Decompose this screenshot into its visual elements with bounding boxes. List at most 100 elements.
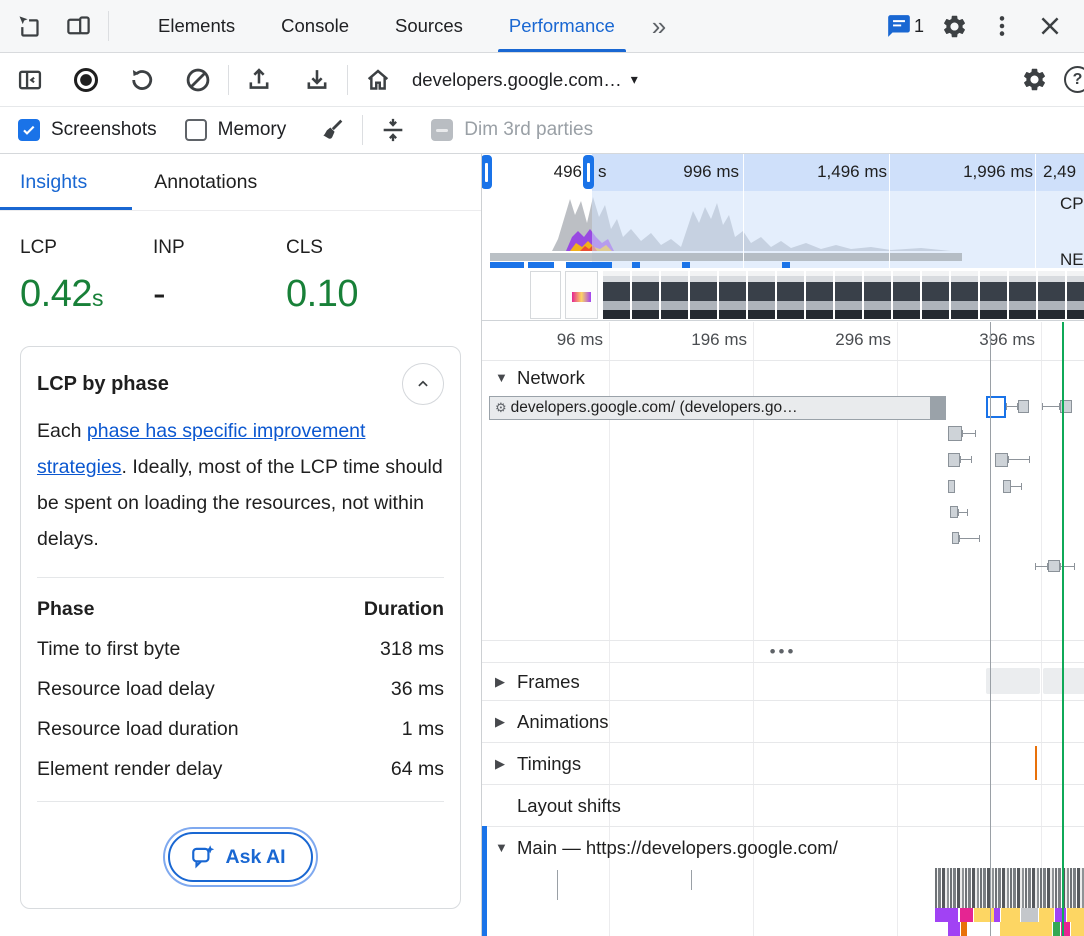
flame-segment[interactable]	[1021, 908, 1038, 922]
load-profile-button[interactable]	[241, 62, 277, 98]
kebab-menu-button[interactable]	[984, 8, 1020, 44]
help-button[interactable]: ?	[1064, 66, 1084, 93]
screenshot-thumbnail[interactable]	[530, 271, 561, 319]
frame-block[interactable]	[986, 668, 1040, 694]
close-devtools-button[interactable]	[1032, 8, 1068, 44]
timeline-playhead[interactable]	[990, 322, 991, 936]
record-and-reload-button[interactable]	[124, 62, 160, 98]
window-right-handle[interactable]	[583, 155, 594, 189]
flame-segment[interactable]	[1001, 908, 1020, 922]
garbage-brush-icon	[318, 116, 346, 144]
network-request-whisker	[959, 538, 980, 539]
device-toolbar-button[interactable]	[60, 8, 96, 44]
network-request-bar[interactable]	[995, 453, 1008, 467]
ask-ai-button[interactable]: Ask AI	[168, 832, 314, 882]
overview-network-segment	[782, 262, 790, 268]
track-header-main[interactable]: ▼ Main — https://developers.google.com/	[482, 826, 1084, 868]
screenshots-label: Screenshots	[51, 119, 157, 141]
collapse-details-button[interactable]	[375, 112, 411, 148]
flame-segment[interactable]	[960, 908, 973, 922]
metric-inp: INP -	[153, 237, 286, 316]
overview-tick: 1,996 ms	[958, 162, 1033, 182]
flame-segment[interactable]	[1071, 922, 1084, 936]
insights-sidebar: Insights Annotations LCP 0.42s INP - CLS…	[0, 154, 482, 936]
more-tabs-button[interactable]: »	[638, 0, 680, 52]
screenshots-filmstrip[interactable]	[601, 271, 1084, 319]
metric-value: 0.42s	[20, 273, 153, 316]
flame-segment[interactable]	[1067, 908, 1084, 922]
track-header-network[interactable]: ▼ Network	[482, 360, 1084, 394]
network-request-bar[interactable]	[948, 453, 960, 467]
network-request-bar[interactable]	[1018, 400, 1029, 413]
timing-marker[interactable]	[1035, 746, 1037, 780]
gear-icon: ⚙	[495, 400, 507, 416]
gridline	[889, 154, 890, 268]
network-request-bar[interactable]	[948, 480, 955, 493]
messages-button[interactable]: 1	[886, 13, 924, 39]
network-request-whisker	[958, 512, 968, 513]
network-request-bar[interactable]	[950, 506, 958, 518]
flame-segment[interactable]	[1053, 922, 1060, 936]
col-phase: Phase	[37, 598, 94, 621]
tab-elements[interactable]: Elements	[135, 0, 258, 52]
capture-settings-button[interactable]	[1016, 62, 1052, 98]
tab-console[interactable]: Console	[258, 0, 372, 52]
track-label: Network	[517, 367, 585, 389]
timeline-overview[interactable]: 496 996 ms 1,496 ms 1,996 ms 2,49 s CP N…	[482, 154, 1084, 321]
network-request-bar[interactable]	[948, 426, 962, 441]
flame-segment[interactable]	[994, 908, 1000, 922]
overview-cpu-label: CP	[1060, 194, 1084, 214]
download-icon	[303, 66, 331, 94]
col-duration: Duration	[364, 598, 444, 621]
metric-number: -	[153, 273, 165, 315]
collect-garbage-button[interactable]	[314, 112, 350, 148]
save-profile-button[interactable]	[299, 62, 335, 98]
navigation-history-select[interactable]: developers.google.com… ▾	[412, 69, 638, 91]
home-icon	[364, 66, 392, 94]
network-request-bar[interactable]	[986, 396, 1006, 418]
sidebar-tab-annotations[interactable]: Annotations	[132, 154, 279, 210]
flame-segment[interactable]	[1000, 922, 1052, 936]
inspect-button[interactable]	[10, 8, 46, 44]
card-header: LCP by phase	[37, 363, 444, 405]
track-header-timings[interactable]: ▶ Timings	[482, 742, 1084, 784]
overview-network-segment	[490, 262, 524, 268]
triangle-collapsed-icon: ▶	[495, 714, 517, 730]
flame-segment[interactable]	[961, 922, 967, 936]
tab-sources[interactable]: Sources	[372, 0, 486, 52]
network-request-bar[interactable]	[952, 532, 959, 544]
flame-segment[interactable]	[1039, 908, 1054, 922]
description-text: Each	[37, 420, 87, 442]
flame-segment[interactable]	[974, 908, 994, 922]
overview-tick-suffix: s	[598, 162, 607, 182]
live-metrics-button[interactable]	[360, 62, 396, 98]
screenshot-thumbnail[interactable]	[565, 271, 598, 319]
ai-chat-icon	[190, 844, 216, 870]
block-icon	[184, 66, 212, 94]
performance-timeline: 496 996 ms 1,496 ms 1,996 ms 2,49 s CP N…	[482, 154, 1084, 936]
network-request-bar[interactable]	[1048, 560, 1060, 572]
track-resize-handle[interactable]: •••	[482, 640, 1084, 662]
track-header-layout-shifts[interactable]: Layout shifts	[482, 784, 1084, 826]
flame-segment[interactable]	[1055, 908, 1066, 922]
checkmark-icon	[21, 122, 37, 138]
tab-performance[interactable]: Performance	[486, 0, 638, 52]
clear-recording-button[interactable]	[180, 62, 216, 98]
record-button[interactable]	[68, 62, 104, 98]
flame-segment[interactable]	[948, 922, 960, 936]
network-request-bar[interactable]: ⚙ developers.google.com/ (developers.go…	[489, 396, 946, 420]
toggle-sidebar-button[interactable]	[12, 62, 48, 98]
memory-checkbox[interactable]	[185, 119, 207, 141]
overview-tick: 496	[522, 162, 582, 182]
gear-icon	[1021, 66, 1048, 93]
network-request-label: developers.google.com/ (developers.go…	[511, 399, 798, 417]
settings-button[interactable]	[936, 8, 972, 44]
window-left-handle[interactable]	[482, 155, 492, 189]
collapse-card-button[interactable]	[402, 363, 444, 405]
flame-segment[interactable]	[935, 908, 958, 922]
sidebar-tab-insights[interactable]: Insights	[0, 154, 132, 210]
phase-name: Resource load delay	[37, 678, 215, 701]
triangle-expanded-icon: ▼	[495, 840, 517, 855]
track-header-animations[interactable]: ▶ Animations	[482, 700, 1084, 742]
screenshots-checkbox[interactable]	[18, 119, 40, 141]
